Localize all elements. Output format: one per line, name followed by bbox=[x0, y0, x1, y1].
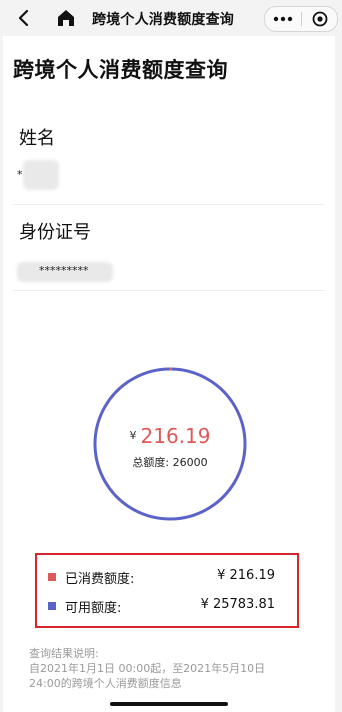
close-button[interactable] bbox=[302, 7, 337, 31]
home-icon bbox=[58, 10, 74, 26]
divider bbox=[13, 204, 325, 205]
currency-symbol: ¥ bbox=[129, 429, 137, 442]
available-label: 可用额度: bbox=[65, 601, 122, 616]
close-target-icon bbox=[312, 11, 327, 27]
available-swatch bbox=[48, 602, 56, 610]
notes-line-2: 24:00的跨境个人消费额度信息 bbox=[29, 677, 182, 690]
home-indicator bbox=[110, 702, 228, 706]
spent-amount-value: 216.19 bbox=[140, 424, 211, 448]
total-quota: 总额度: 26000 bbox=[92, 454, 248, 470]
query-notes: 查询结果说明: 自2021年1月1日 00:00起，至2021年5月10日 24… bbox=[29, 646, 319, 691]
spent-swatch bbox=[48, 573, 56, 581]
total-quota-value: 26000 bbox=[172, 456, 208, 469]
more-dots-icon bbox=[273, 16, 292, 22]
back-button[interactable] bbox=[14, 8, 34, 28]
spent-label: 已消费额度: bbox=[65, 572, 135, 587]
available-value: ¥ 25783.81 bbox=[200, 597, 275, 612]
name-label: 姓名 bbox=[19, 128, 55, 149]
legend-row-spent: 已消费额度: ¥ 216.19 bbox=[37, 567, 297, 589]
page-title: 跨境个人消费额度查询 bbox=[13, 58, 228, 82]
navigation-bar: 跨境个人消费额度查询 bbox=[0, 0, 342, 36]
id-number-value: ********* bbox=[39, 264, 89, 277]
id-number-label: 身份证号 bbox=[19, 222, 91, 243]
legend-row-available: 可用额度: ¥ 25783.81 bbox=[37, 596, 297, 618]
quota-ring-chart: ¥216.19 总额度: 26000 bbox=[92, 366, 248, 522]
page-content: 跨境个人消费额度查询 姓名 * 身份证号 ********* ¥216.19 总… bbox=[3, 36, 335, 712]
notes-line-1: 自2021年1月1日 00:00起，至2021年5月10日 bbox=[29, 662, 266, 675]
legend-box: 已消费额度: ¥ 216.19 可用额度: ¥ 25783.81 bbox=[35, 553, 299, 628]
nav-title: 跨境个人消费额度查询 bbox=[92, 12, 234, 28]
notes-heading: 查询结果说明: bbox=[29, 647, 99, 660]
more-button[interactable] bbox=[265, 7, 300, 31]
name-redaction bbox=[23, 160, 59, 190]
spent-amount: ¥216.19 bbox=[92, 424, 248, 448]
spent-value: ¥ 216.19 bbox=[217, 568, 275, 583]
home-button[interactable] bbox=[56, 8, 76, 28]
name-value: * bbox=[17, 168, 23, 181]
total-quota-label: 总额度: bbox=[132, 456, 170, 469]
divider bbox=[13, 290, 325, 291]
mini-program-capsule bbox=[264, 6, 338, 32]
back-arrow-icon bbox=[18, 9, 29, 27]
